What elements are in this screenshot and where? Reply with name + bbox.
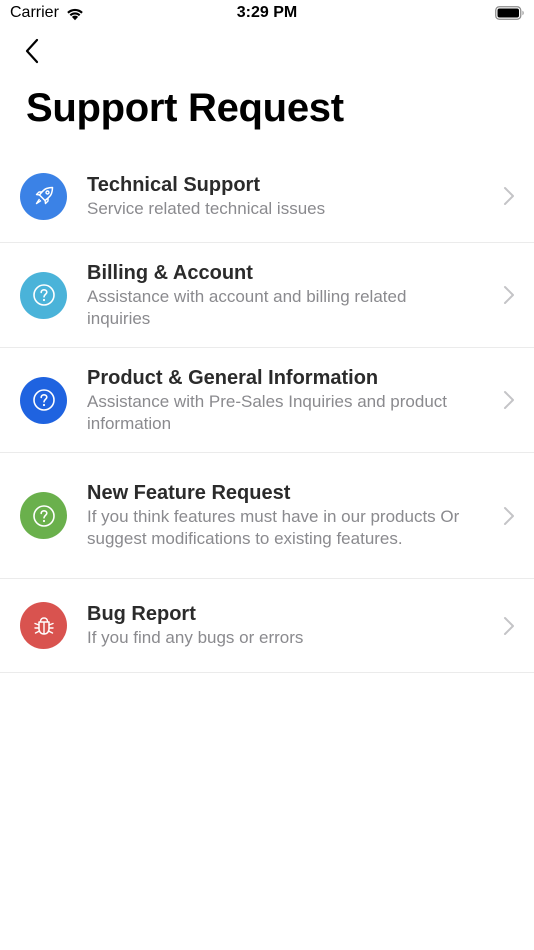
icon-badge xyxy=(20,271,67,319)
list-item-new-feature-request[interactable]: New Feature Request If you think feature… xyxy=(0,453,534,579)
icon-badge xyxy=(20,376,67,424)
list-item-text: Technical Support Service related techni… xyxy=(87,173,325,220)
chevron-right-icon xyxy=(504,187,514,205)
question-icon xyxy=(32,284,55,306)
page-title: Support Request xyxy=(26,86,344,130)
list-item-text: Product & General Information Assistance… xyxy=(87,366,464,435)
back-button[interactable] xyxy=(24,36,54,66)
list-item-subtitle: If you find any bugs or errors xyxy=(87,628,304,647)
icon-badge xyxy=(20,492,67,539)
list-item-subtitle: If you think features must have in our p… xyxy=(87,507,460,548)
chevron-right-icon xyxy=(504,391,514,409)
list-item-title: New Feature Request xyxy=(87,482,291,504)
list-item-text: New Feature Request If you think feature… xyxy=(87,481,464,550)
list-item-text: Billing & Account Assistance with accoun… xyxy=(87,261,464,330)
list-item-title: Bug Report xyxy=(87,603,196,625)
status-bar: Carrier 3:29 PM xyxy=(0,0,534,28)
question-icon xyxy=(32,389,55,411)
list-item-title: Technical Support xyxy=(87,173,260,196)
battery-icon xyxy=(495,6,524,20)
list-item-subtitle: Assistance with Pre-Sales Inquiries and … xyxy=(87,391,448,433)
list-item-subtitle: Service related technical issues xyxy=(87,198,326,218)
chevron-right-icon xyxy=(504,286,514,304)
list-item-title: Product & General Information xyxy=(87,366,379,389)
list-item-billing-account[interactable]: Billing & Account Assistance with accoun… xyxy=(0,243,534,348)
list-item-subtitle: Assistance with account and billing rela… xyxy=(87,286,407,328)
rocket-icon xyxy=(35,186,53,205)
list-item-title: Billing & Account xyxy=(87,261,253,284)
list-item-technical-support[interactable]: Technical Support Service related techni… xyxy=(0,150,534,243)
icon-badge xyxy=(20,602,67,649)
icon-badge xyxy=(20,172,67,220)
bug-icon xyxy=(33,616,54,635)
chevron-left-icon xyxy=(25,38,39,64)
chevron-right-icon xyxy=(504,616,514,635)
list-item-product-general-information[interactable]: Product & General Information Assistance… xyxy=(0,348,534,453)
status-time: 3:29 PM xyxy=(236,4,298,21)
list-item-bug-report[interactable]: Bug Report If you find any bugs or error… xyxy=(0,579,534,673)
chevron-right-icon xyxy=(504,506,514,525)
support-request-list: Technical Support Service related techni… xyxy=(0,150,534,673)
list-item-text: Bug Report If you find any bugs or error… xyxy=(87,602,303,649)
question-icon xyxy=(32,504,55,527)
